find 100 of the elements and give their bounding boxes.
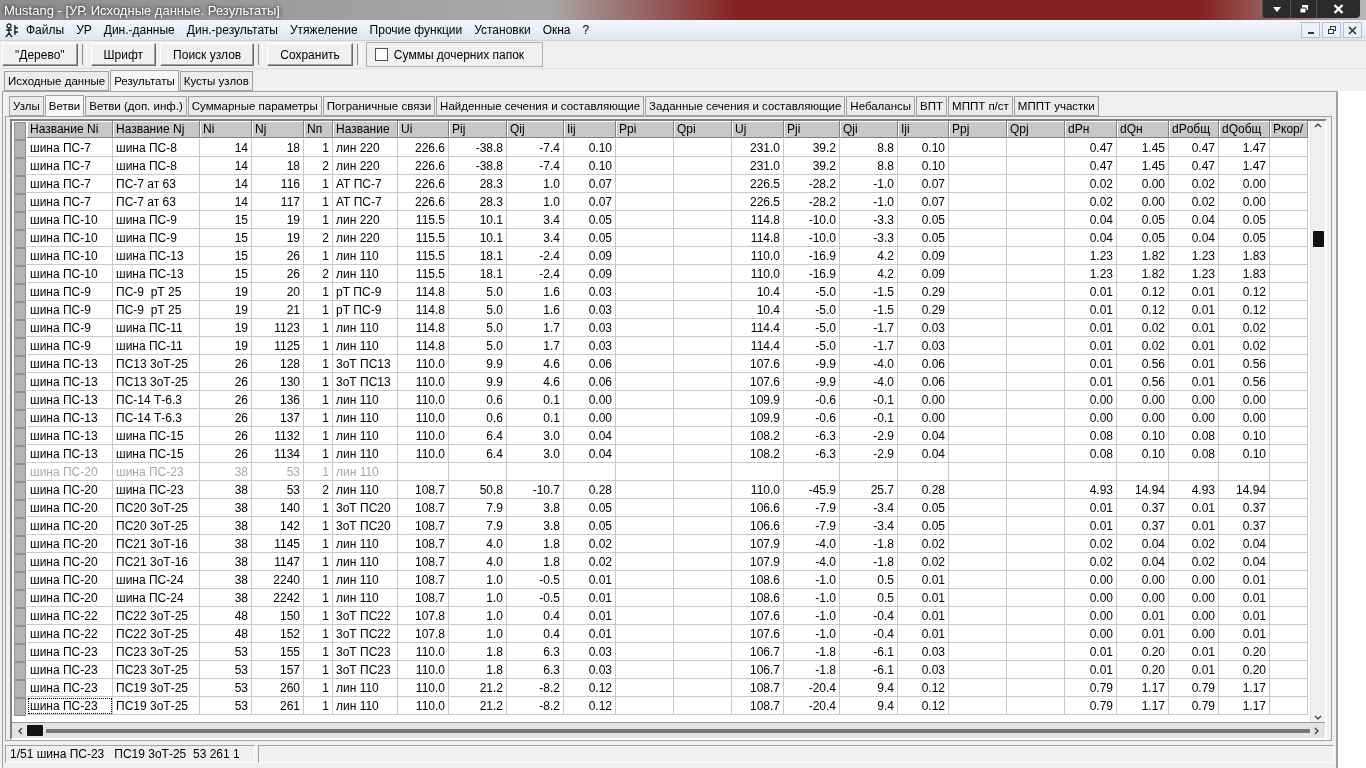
close-button[interactable] <box>1343 22 1362 38</box>
table-cell: 53 <box>200 661 252 679</box>
row-header[interactable] <box>14 320 26 338</box>
vertical-scrollbar[interactable] <box>1310 121 1325 722</box>
row-header[interactable] <box>14 446 26 464</box>
column-header[interactable]: Qij <box>507 121 564 138</box>
menu-item[interactable]: Прочие функции <box>363 23 469 37</box>
row-header[interactable] <box>14 626 26 644</box>
tab[interactable]: Суммарные параметры <box>187 96 322 116</box>
row-header[interactable] <box>14 536 26 554</box>
column-header[interactable]: Ркор/ <box>1270 121 1308 138</box>
row-header[interactable] <box>14 608 26 626</box>
column-header[interactable]: Iji <box>898 121 949 138</box>
row-header[interactable] <box>14 554 26 572</box>
row-header[interactable] <box>14 590 26 608</box>
column-header[interactable]: dQн <box>1117 121 1169 138</box>
tab[interactable]: Небалансы <box>846 96 916 116</box>
column-header[interactable]: dQобщ <box>1219 121 1270 138</box>
row-header[interactable] <box>14 500 26 518</box>
row-header[interactable] <box>14 266 26 284</box>
row-header[interactable] <box>14 248 26 266</box>
menu-item[interactable]: Утяжеление <box>284 23 364 37</box>
empty-cell <box>616 157 674 175</box>
column-header[interactable]: Nп <box>304 121 333 138</box>
table-cell: шина ПС-7 <box>27 139 113 157</box>
column-header[interactable]: Iij <box>564 121 616 138</box>
app-icon[interactable] <box>4 22 20 38</box>
row-header[interactable] <box>14 410 26 428</box>
row-header[interactable] <box>14 302 26 320</box>
row-header[interactable] <box>14 572 26 590</box>
horizontal-scrollbar[interactable] <box>12 722 1325 738</box>
tab[interactable]: Ветви (доп. инф.) <box>85 96 187 116</box>
column-header[interactable]: Название <box>333 121 398 138</box>
column-header[interactable]: Название Nj <box>113 121 200 138</box>
table-cell: 110.0 <box>398 643 449 661</box>
restore-button[interactable] <box>1322 22 1341 38</box>
menu-item[interactable]: Окна <box>536 23 577 37</box>
toolbar-button[interactable]: Сохранить <box>267 43 353 66</box>
table-cell: 3оТ ПС22 <box>333 607 398 625</box>
scrollbar-thumb[interactable] <box>27 725 43 736</box>
tab[interactable]: Заданные сечения и составляющие <box>645 96 846 116</box>
column-header[interactable]: dPобщ <box>1169 121 1219 138</box>
column-header[interactable]: Ppj <box>949 121 1007 138</box>
column-header[interactable]: Ni <box>200 121 252 138</box>
toolbar-button[interactable]: "Дерево" <box>2 43 78 66</box>
row-header[interactable] <box>14 428 26 446</box>
row-header[interactable] <box>14 680 26 698</box>
row-header[interactable] <box>14 518 26 536</box>
column-header[interactable]: Uj <box>732 121 784 138</box>
row-header[interactable] <box>14 194 26 212</box>
row-header[interactable] <box>14 140 26 158</box>
tab[interactable]: Найденные сечения и составляющие <box>436 96 645 116</box>
row-header[interactable] <box>14 356 26 374</box>
row-header[interactable] <box>14 122 26 140</box>
column-header[interactable]: Ppi <box>616 121 674 138</box>
empty-cell <box>1007 607 1065 625</box>
row-header[interactable] <box>14 482 26 500</box>
tab[interactable]: Кусты узлов <box>179 71 253 91</box>
row-header[interactable] <box>14 662 26 680</box>
row-header[interactable] <box>14 338 26 356</box>
tab[interactable]: Результаты <box>110 70 179 91</box>
column-header[interactable]: Nj <box>252 121 304 138</box>
menu-item[interactable]: УР <box>70 23 98 37</box>
tab[interactable]: Исходные данные <box>4 71 110 91</box>
column-header[interactable]: Название Ni <box>27 121 113 138</box>
row-header[interactable] <box>14 158 26 176</box>
tab[interactable]: Ветви <box>44 95 85 116</box>
menu-item[interactable]: Дин.-данные <box>97 23 181 37</box>
row-header[interactable] <box>14 212 26 230</box>
row-header[interactable] <box>14 374 26 392</box>
column-header[interactable]: Ui <box>398 121 449 138</box>
column-header[interactable]: Pji <box>784 121 840 138</box>
row-header[interactable] <box>14 464 26 482</box>
menu-item[interactable]: Файлы <box>20 23 71 37</box>
row-header[interactable] <box>14 176 26 194</box>
column-header[interactable]: Qji <box>840 121 898 138</box>
scrollbar-thumb[interactable] <box>1312 231 1324 247</box>
checkbox[interactable]: Суммы дочерних папок <box>365 42 544 67</box>
column-header[interactable]: Pij <box>449 121 507 138</box>
menu-item[interactable]: ? <box>576 23 596 37</box>
row-header[interactable] <box>14 392 26 410</box>
toolbar-button[interactable]: Поиск узлов <box>160 43 255 66</box>
table-cell: 226.6 <box>398 157 449 175</box>
row-header[interactable] <box>14 284 26 302</box>
row-header[interactable] <box>14 644 26 662</box>
row-header[interactable] <box>14 230 26 248</box>
menu-item[interactable]: Дин.-результаты <box>180 23 284 37</box>
tab[interactable]: МППТ п/ст <box>948 96 1013 116</box>
table-cell: 226.6 <box>398 193 449 211</box>
tab[interactable]: МППТ участки <box>1013 96 1099 116</box>
menu-item[interactable]: Установки <box>468 23 537 37</box>
tab[interactable]: Пограничные связи <box>322 96 436 116</box>
column-header[interactable]: Qpj <box>1007 121 1065 138</box>
row-header[interactable] <box>14 698 26 716</box>
minimize-button[interactable] <box>1301 22 1320 38</box>
column-header[interactable]: dPн <box>1065 121 1117 138</box>
tab[interactable]: ВПТ <box>916 96 948 116</box>
toolbar-button[interactable]: Шрифт <box>90 43 157 66</box>
column-header[interactable]: Qpi <box>674 121 732 138</box>
tab[interactable]: Узлы <box>9 96 44 116</box>
